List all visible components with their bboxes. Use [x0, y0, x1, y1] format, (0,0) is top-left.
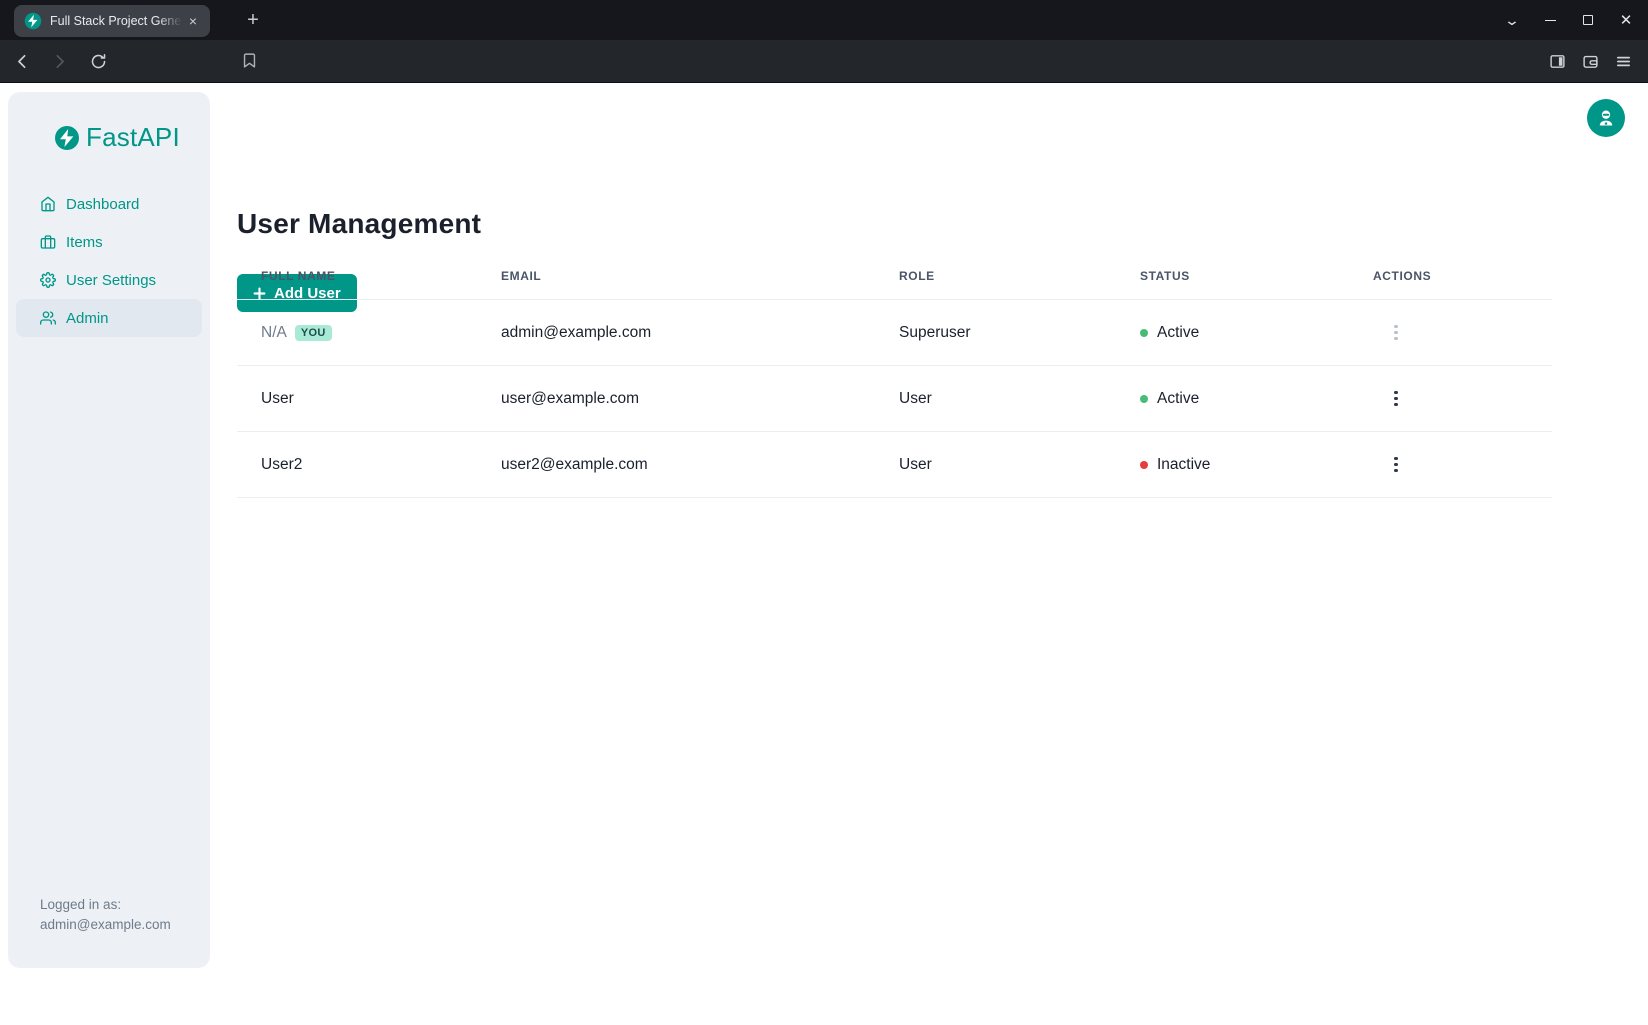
status-dot [1140, 461, 1148, 469]
user-astronaut-icon [1596, 108, 1616, 128]
cell-full-name: User2 [237, 456, 477, 474]
col-header-role: ROLE [875, 269, 1116, 283]
status-dot [1140, 329, 1148, 337]
page-content: FastAPI Dashboard Items User Set [0, 84, 1648, 1025]
cell-role: User [875, 456, 1116, 474]
cell-email: user2@example.com [477, 456, 875, 474]
full-name-value: N/A [261, 324, 287, 342]
fastapi-logo-icon [55, 126, 79, 150]
tab-close-icon[interactable]: × [184, 12, 202, 30]
sidebar-item-label: Admin [66, 310, 109, 327]
users-icon [40, 310, 56, 326]
fastapi-logo: FastAPI [55, 122, 210, 153]
sidebar-toggle-icon[interactable] [1549, 53, 1566, 70]
sidebar-nav: Dashboard Items User Settings [8, 185, 210, 337]
table-row: User2 user2@example.com User Inactive [237, 432, 1552, 498]
sidebar-item-admin[interactable]: Admin [16, 299, 202, 337]
user-menu-button[interactable] [1587, 99, 1625, 137]
page-title: User Management [237, 208, 481, 240]
bookmark-icon[interactable] [241, 52, 258, 69]
forward-icon[interactable] [51, 53, 68, 70]
cell-email: admin@example.com [477, 324, 875, 342]
logged-in-label: Logged in as: [40, 895, 171, 915]
wallet-icon[interactable] [1582, 53, 1599, 70]
home-icon [40, 196, 56, 212]
logged-in-email: admin@example.com [40, 915, 171, 935]
fastapi-logo-text: FastAPI [86, 122, 180, 153]
row-actions-menu-button[interactable] [1390, 387, 1402, 411]
cell-email: user@example.com [477, 390, 875, 408]
col-header-email: EMAIL [477, 269, 875, 283]
cell-actions [1349, 321, 1552, 345]
gear-icon [40, 272, 56, 288]
sidebar: FastAPI Dashboard Items User Set [8, 92, 210, 968]
status-label: Inactive [1157, 456, 1210, 474]
cell-role: Superuser [875, 324, 1116, 342]
status-label: Active [1157, 324, 1199, 342]
window-controls: ⌄ ✕ [1504, 0, 1634, 40]
users-table: FULL NAME EMAIL ROLE STATUS ACTIONS N/A … [237, 252, 1552, 498]
you-badge: YOU [295, 325, 332, 341]
table-row: N/A YOU admin@example.com Superuser Acti… [237, 300, 1552, 366]
reload-icon[interactable] [90, 53, 107, 70]
sidebar-item-items[interactable]: Items [16, 223, 202, 261]
sidebar-item-user-settings[interactable]: User Settings [16, 261, 202, 299]
browser-toolbar: i localhost/admin [0, 40, 1648, 83]
close-window-icon[interactable]: ✕ [1618, 12, 1634, 28]
status-dot [1140, 395, 1148, 403]
table-header-row: FULL NAME EMAIL ROLE STATUS ACTIONS [237, 252, 1552, 300]
sidebar-item-label: Items [66, 234, 103, 251]
status-label: Active [1157, 390, 1199, 408]
minimize-icon[interactable] [1542, 12, 1558, 28]
back-icon[interactable] [14, 53, 31, 70]
row-actions-menu-button[interactable] [1390, 453, 1402, 477]
cell-full-name: N/A YOU [237, 324, 477, 342]
cell-status: Active [1116, 390, 1349, 408]
new-tab-button[interactable]: + [240, 8, 266, 34]
cell-actions [1349, 453, 1552, 477]
table-row: User user@example.com User Active [237, 366, 1552, 432]
briefcase-icon [40, 234, 56, 250]
cell-status: Inactive [1116, 456, 1349, 474]
col-header-full-name: FULL NAME [237, 269, 477, 283]
toolbar-right [1549, 40, 1632, 83]
tab-search-icon[interactable]: ⌄ [1501, 12, 1523, 28]
menu-icon[interactable] [1615, 53, 1632, 70]
tab-title: Full Stack Project Genera [50, 14, 182, 28]
row-actions-menu-button[interactable] [1390, 321, 1402, 345]
col-header-status: STATUS [1116, 269, 1349, 283]
col-header-actions: ACTIONS [1349, 269, 1552, 283]
sidebar-item-dashboard[interactable]: Dashboard [16, 185, 202, 223]
nav-buttons [8, 40, 107, 83]
sidebar-item-label: User Settings [66, 272, 156, 289]
cell-full-name: User [237, 390, 477, 408]
browser-titlebar: Full Stack Project Genera × + ⌄ ✕ [0, 0, 1648, 40]
sidebar-item-label: Dashboard [66, 196, 139, 213]
logged-in-info: Logged in as: admin@example.com [40, 895, 171, 935]
maximize-icon[interactable] [1580, 12, 1596, 28]
cell-role: User [875, 390, 1116, 408]
fastapi-favicon-icon [24, 12, 42, 30]
browser-tab[interactable]: Full Stack Project Genera × [14, 5, 210, 37]
cell-status: Active [1116, 324, 1349, 342]
cell-actions [1349, 387, 1552, 411]
